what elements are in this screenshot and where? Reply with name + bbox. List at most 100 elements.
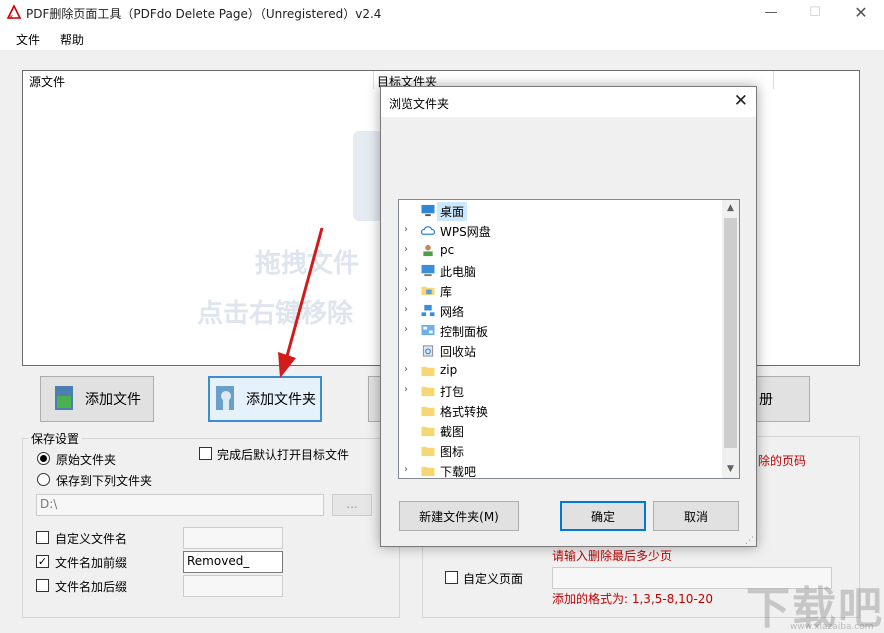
original-folder-label: 原始文件夹	[56, 453, 117, 467]
expand-arrow-icon[interactable]: ›	[404, 384, 408, 395]
maximize-icon: ☐	[809, 5, 821, 20]
folder-tree[interactable]: 桌面 › WPS网盘 › pc › 此电脑 › 库 › 网络 › 控制面板 回收站 › zip › 打包 格式转换截…	[398, 199, 740, 479]
delete-pages-hint: 除的页码	[758, 454, 807, 468]
recycle-bin-icon	[422, 345, 434, 357]
tree-item-label: 网络	[440, 305, 465, 319]
column-divider[interactable]	[773, 71, 774, 89]
browse-button[interactable]: ...	[332, 494, 372, 516]
add-folder-button[interactable]: 添加文件夹	[208, 376, 322, 422]
tree-item-label: 打包	[440, 385, 465, 399]
close-icon: ✕	[854, 3, 868, 22]
custom-name-checkbox[interactable]	[36, 531, 49, 544]
desktop-icon	[421, 204, 435, 217]
folder-icon	[421, 466, 435, 477]
window-title: PDF删除页面工具（PDFdo Delete Page）（Unregistere…	[26, 7, 382, 21]
add-prefix-checkbox[interactable]: ✓	[36, 555, 49, 568]
tree-item[interactable]: › 此电脑	[399, 261, 723, 281]
cloud-icon	[420, 226, 436, 235]
tree-item[interactable]: 图标	[399, 441, 723, 461]
tree-item-label: WPS网盘	[440, 225, 491, 239]
tree-item-label: 此电脑	[440, 265, 477, 279]
custom-name-input[interactable]	[183, 527, 283, 549]
tree-item-label: 控制面板	[440, 325, 489, 339]
network-icon	[421, 304, 435, 317]
original-folder-radio[interactable]	[37, 452, 50, 465]
tree-item[interactable]: › zip	[399, 361, 723, 381]
tree-item-label: 桌面	[437, 202, 468, 221]
tree-item[interactable]: › 控制面板	[399, 321, 723, 341]
output-path-value: D:\	[40, 497, 58, 511]
maximize-button[interactable]: ☐	[792, 0, 838, 26]
expand-arrow-icon[interactable]: ›	[404, 244, 408, 255]
add-suffix-label: 文件名加后缀	[55, 580, 128, 594]
expand-arrow-icon[interactable]: ›	[404, 264, 408, 275]
tree-item[interactable]: 格式转换	[399, 401, 723, 421]
add-folder-icon	[216, 386, 234, 410]
add-suffix-checkbox[interactable]	[36, 579, 49, 592]
prefix-input[interactable]: Removed_	[183, 551, 283, 573]
custom-page-checkbox[interactable]	[445, 571, 458, 584]
add-file-button[interactable]: 添加文件	[40, 376, 154, 422]
tree-item[interactable]: › 下载吧	[399, 461, 723, 481]
tree-item-label: pc	[440, 243, 455, 257]
tree-item[interactable]: › 网络	[399, 301, 723, 321]
expand-arrow-icon[interactable]: ›	[404, 224, 408, 235]
open-after-checkbox[interactable]	[199, 447, 212, 460]
prefix-value: Removed_	[187, 554, 250, 568]
menu-file[interactable]: 文件	[16, 31, 40, 48]
open-after-label: 完成后默认打开目标文件	[217, 448, 350, 462]
register-button[interactable]: 册	[756, 376, 810, 422]
tree-scrollbar[interactable]: ▲ ▼	[722, 200, 739, 478]
tree-item-label: 格式转换	[440, 405, 489, 419]
scroll-thumb[interactable]	[724, 218, 737, 448]
save-to-folder-radio[interactable]	[37, 473, 50, 486]
resize-grip-icon[interactable]: ⋰	[745, 536, 754, 546]
ok-button[interactable]: 确定	[560, 501, 646, 531]
tree-item[interactable]: 回收站	[399, 341, 723, 361]
dialog-close-button[interactable]: ✕	[734, 91, 748, 111]
minimize-icon: —	[764, 5, 778, 20]
expand-arrow-icon[interactable]: ›	[404, 324, 408, 335]
tree-item-label: 下载吧	[440, 465, 477, 479]
suffix-input[interactable]	[183, 575, 283, 597]
expand-arrow-icon[interactable]: ›	[404, 304, 408, 315]
tree-item[interactable]: 截图	[399, 421, 723, 441]
folder-icon	[421, 426, 435, 437]
add-folder-label: 添加文件夹	[246, 392, 316, 408]
ok-label: 确定	[590, 509, 615, 524]
tree-item[interactable]: 桌面	[399, 201, 723, 221]
svg-text:x: x	[9, 13, 13, 20]
close-icon: ✕	[733, 91, 748, 111]
expand-arrow-icon[interactable]: ›	[404, 284, 408, 295]
tree-item[interactable]: › 库	[399, 281, 723, 301]
expand-arrow-icon[interactable]: ›	[404, 364, 408, 375]
computer-icon	[421, 264, 435, 277]
close-button[interactable]: ✕	[838, 0, 884, 26]
tree-item[interactable]: › pc	[399, 241, 723, 261]
minimize-button[interactable]: —	[748, 0, 794, 26]
expand-arrow-icon[interactable]: ›	[404, 464, 408, 475]
browse-label: ...	[346, 497, 358, 511]
last-pages-hint: 请输入删除最后多少页	[552, 549, 673, 563]
new-folder-button[interactable]: 新建文件夹(M)	[399, 501, 519, 531]
new-folder-label: 新建文件夹(M)	[419, 509, 499, 524]
add-file-icon	[55, 386, 73, 410]
column-source[interactable]: 源文件	[29, 73, 65, 90]
site-watermark-url: www.xiazaiba.com	[790, 622, 874, 632]
pdf-app-icon: x	[6, 4, 22, 20]
cancel-button[interactable]: 取消	[653, 501, 739, 531]
scroll-up-icon[interactable]: ▲	[722, 200, 739, 217]
tree-item[interactable]: › WPS网盘	[399, 221, 723, 241]
library-icon	[421, 286, 435, 296]
title-bar: x PDF删除页面工具（PDFdo Delete Page）（Unregiste…	[0, 0, 884, 26]
folder-icon	[421, 406, 435, 417]
save-settings-title: 保存设置	[28, 430, 83, 447]
tree-item[interactable]: › 打包	[399, 381, 723, 401]
output-path-input[interactable]: D:\	[36, 494, 324, 516]
custom-page-label: 自定义页面	[463, 572, 524, 586]
add-prefix-label: 文件名加前缀	[55, 556, 128, 570]
dialog-title: 浏览文件夹	[389, 97, 450, 111]
column-divider[interactable]	[373, 71, 374, 89]
scroll-down-icon[interactable]: ▼	[722, 461, 739, 478]
menu-help[interactable]: 帮助	[60, 31, 84, 48]
